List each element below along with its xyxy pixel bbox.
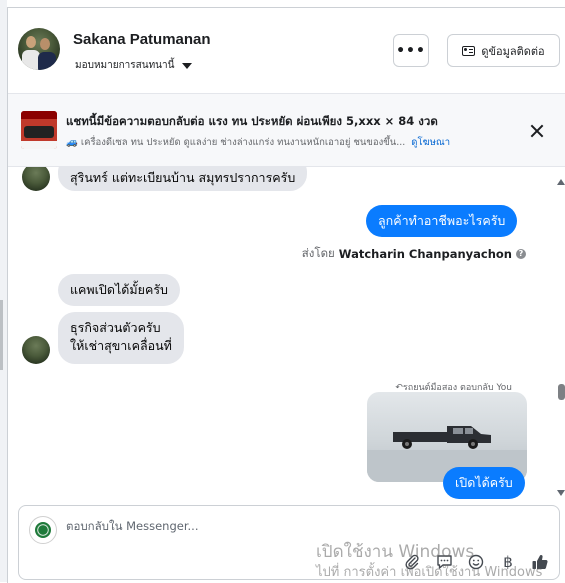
page-avatar xyxy=(29,516,57,544)
ad-banner: แชทนี้มีข้อความตอบกลับต่อ แรง ทน ประหยัด… xyxy=(8,94,565,167)
thumbs-up-icon[interactable] xyxy=(531,553,549,571)
sent-by-name[interactable]: Watcharin Chanpanyachon xyxy=(339,247,512,261)
composer-toolbar: ฿ xyxy=(403,553,549,571)
conversation-header: Sakana Patumanan มอบหมายการสนทนานี้ ••• … xyxy=(8,8,565,94)
emoji-icon[interactable] xyxy=(467,553,485,571)
sent-by-prefix: ส่งโดย xyxy=(301,246,335,260)
message-incoming[interactable]: แคพเปิดได้มั้ยครับ xyxy=(58,274,180,306)
chat-icon[interactable] xyxy=(435,553,453,571)
contact-name[interactable]: Sakana Patumanan xyxy=(73,31,211,48)
more-icon: ••• xyxy=(396,42,426,59)
message-outgoing[interactable]: ลูกค้าทำอาชีพอะไรครับ xyxy=(366,205,518,237)
close-icon[interactable] xyxy=(530,124,544,138)
assign-dropdown[interactable]: มอบหมายการสนทนานี้ xyxy=(75,58,193,73)
sent-by: ส่งโดย Watcharin Chanpanyachon ? xyxy=(302,245,526,263)
message-incoming[interactable]: สุรินทร์ แต่ทะเบียนบ้าน สมุทรปราการครับ xyxy=(58,167,308,191)
ad-thumbnail[interactable] xyxy=(21,111,57,149)
message-line: ให้เช่าสุขาเคลื่อนที่ xyxy=(70,338,172,353)
id-card-icon xyxy=(462,45,476,56)
message-list[interactable]: สุรินทร์ แต่ทะเบียนบ้าน สมุทรปราการครับ … xyxy=(8,167,565,502)
ad-title: แชทนี้มีข้อความตอบกลับต่อ แรง ทน ประหยัด… xyxy=(66,114,438,128)
more-options-button[interactable]: ••• xyxy=(393,34,429,67)
assign-label: มอบหมายการสนทนานี้ xyxy=(75,60,175,71)
chevron-down-icon xyxy=(182,62,193,69)
message-incoming[interactable]: ธุรกิจส่วนตัวครับ ให้เช่าสุขาเคลื่อนที่ xyxy=(58,312,184,364)
left-scroll-thumb[interactable] xyxy=(0,300,3,370)
sender-avatar xyxy=(22,336,50,364)
view-contact-label: ดูข้อมูลติดต่อ xyxy=(481,44,545,58)
view-contact-button[interactable]: ดูข้อมูลติดต่อ xyxy=(447,34,560,67)
sender-avatar xyxy=(22,167,50,191)
ad-subtitle: 🚙 เครื่องดีเซล ทน ประหยัด ดูแลง่าย ช่างล… xyxy=(66,137,406,148)
scroll-thumb[interactable] xyxy=(558,384,565,400)
scroll-down-arrow[interactable] xyxy=(557,490,565,496)
ad-subtitle-row: 🚙 เครื่องดีเซล ทน ประหยัด ดูแลง่าย ช่างล… xyxy=(66,135,450,150)
baht-icon[interactable]: ฿ xyxy=(499,553,517,571)
message-composer: ฿ xyxy=(18,505,560,580)
paperclip-icon[interactable] xyxy=(403,553,421,571)
view-ad-link[interactable]: ดูโฆษณา xyxy=(411,135,450,150)
message-line: ธุรกิจส่วนตัวครับ xyxy=(70,320,161,335)
message-outgoing[interactable]: เปิดได้ครับ xyxy=(443,467,525,499)
truck-image xyxy=(393,426,491,449)
reply-input[interactable] xyxy=(64,518,348,534)
conversation-panel: Sakana Patumanan มอบหมายการสนทนานี้ ••• … xyxy=(7,7,565,583)
avatar[interactable] xyxy=(18,28,60,70)
scroll-up-arrow[interactable] xyxy=(557,179,565,185)
help-icon[interactable]: ? xyxy=(516,249,526,259)
left-scrollbar[interactable] xyxy=(0,0,7,582)
